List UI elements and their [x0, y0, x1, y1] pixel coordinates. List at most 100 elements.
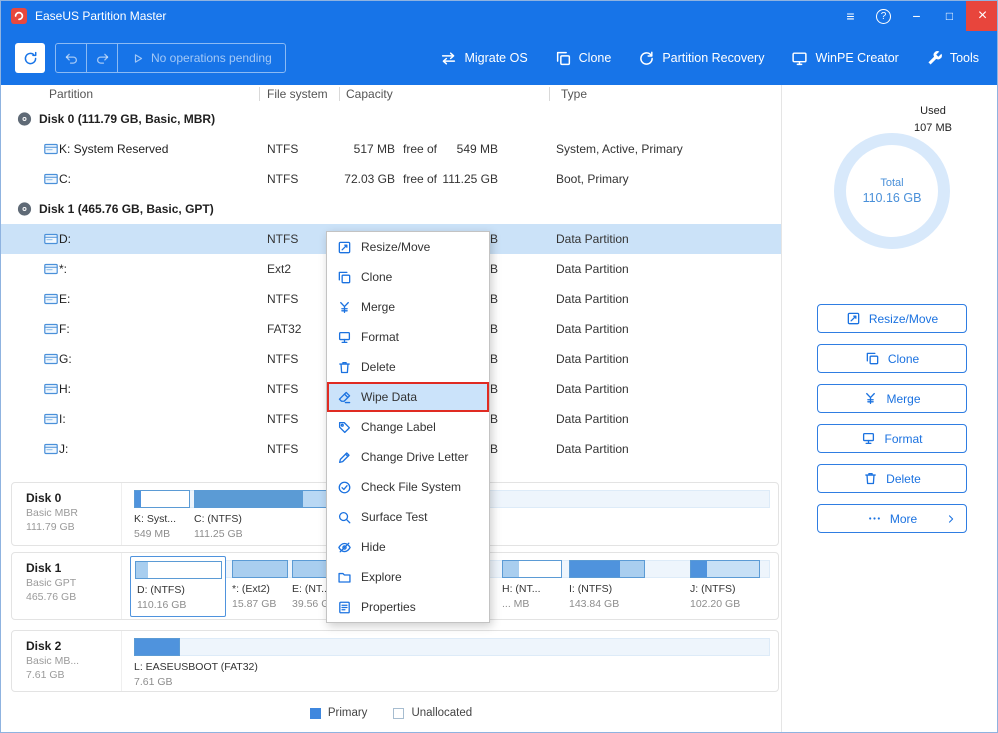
partition-name: D:: [59, 232, 71, 246]
menu-item-check-file-system[interactable]: Check File System: [327, 472, 489, 502]
more-button[interactable]: More: [817, 504, 967, 533]
migrate-os-button[interactable]: Migrate OS: [440, 50, 527, 67]
merge-button[interactable]: Merge: [817, 384, 967, 413]
partition-type: Data Partition: [556, 412, 629, 426]
partition-bar-c[interactable]: [194, 490, 342, 508]
clone-icon: [555, 50, 572, 67]
disk0-title: Disk 0 (111.79 GB, Basic, MBR): [39, 112, 215, 126]
partition-bar-h[interactable]: [502, 560, 562, 578]
wipe-data-icon: [337, 390, 352, 405]
migrate-os-label: Migrate OS: [464, 51, 527, 65]
partition-name: E:: [59, 292, 70, 306]
window-controls: ≡ ? − □ ×: [834, 1, 998, 31]
tools-button[interactable]: Tools: [926, 50, 979, 67]
menu-item-change-label[interactable]: Change Label: [327, 412, 489, 442]
delete-button[interactable]: Delete: [817, 464, 967, 493]
file-system: NTFS: [267, 412, 298, 426]
legend-primary: Primary: [310, 707, 368, 719]
refresh-button[interactable]: [15, 43, 45, 73]
partition-size: 15.87 GB: [232, 597, 276, 612]
disk1-header-row[interactable]: Disk 1 (465.76 GB, Basic, GPT): [1, 194, 781, 224]
refresh-icon: [22, 50, 39, 67]
disk0-info: Disk 0 Basic MBR 111.79 GB: [12, 483, 122, 545]
partition-type: Data Partition: [556, 382, 629, 396]
pending-operations[interactable]: No operations pending: [118, 44, 285, 72]
clone-button[interactable]: Clone: [555, 50, 612, 67]
minimize-button[interactable]: −: [900, 1, 933, 31]
capacity-total: 111.25 GB: [439, 172, 498, 186]
menu-item-hide[interactable]: Hide: [327, 532, 489, 562]
partition-bar-star[interactable]: [232, 560, 288, 578]
menu-item-format[interactable]: Format: [327, 322, 489, 352]
disk-name: Disk 0: [26, 491, 121, 505]
toolbar: No operations pending Migrate OS Clone P…: [1, 31, 998, 85]
partition-name: F:: [59, 322, 70, 336]
menu-item-label: Merge: [361, 300, 395, 314]
partition-bar-label: K: Syst... 549 MB: [134, 512, 176, 541]
disk-bus: Basic MB...: [26, 655, 121, 667]
menu-item-delete[interactable]: Delete: [327, 352, 489, 382]
selected-partition-cell-d[interactable]: D: (NTFS) 110.16 GB: [130, 556, 226, 617]
disk0-header-row[interactable]: Disk 0 (111.79 GB, Basic, MBR): [1, 104, 781, 134]
used-value: 107 MB: [900, 120, 966, 137]
maximize-button[interactable]: □: [933, 1, 966, 31]
disk2-map-panel: Disk 2 Basic MB... 7.61 GB L: EASEUSBOOT…: [11, 630, 779, 692]
partition-name: K: System Reserved: [59, 142, 168, 156]
partition-size: 110.16 GB: [137, 598, 186, 613]
partition-recovery-button[interactable]: Partition Recovery: [638, 50, 764, 67]
file-system: Ext2: [267, 262, 291, 276]
clone-side-button[interactable]: Clone: [817, 344, 967, 373]
resize-move-button[interactable]: Resize/Move: [817, 304, 967, 333]
undo-button[interactable]: [56, 44, 87, 72]
menu-item-label: Format: [361, 330, 399, 344]
legend-label: Unallocated: [411, 707, 472, 719]
partition-bar-d[interactable]: [135, 561, 222, 579]
partition-size: 102.20 GB: [690, 597, 740, 612]
partition-bar-k[interactable]: [134, 490, 190, 508]
unallocated-swatch: [393, 708, 404, 719]
migrate-os-icon: [440, 50, 457, 67]
menu-item-properties[interactable]: Properties: [327, 592, 489, 622]
column-partition: Partition: [49, 87, 93, 101]
menu-item-label: Surface Test: [361, 510, 427, 524]
help-icon[interactable]: ?: [867, 1, 900, 31]
partition-bar-j[interactable]: [690, 560, 760, 578]
partition-type: Boot, Primary: [556, 172, 629, 186]
check-file-system-icon: [337, 480, 352, 495]
format-icon: [861, 431, 876, 446]
format-icon: [337, 330, 352, 345]
partition-bar-l[interactable]: [134, 638, 180, 656]
menu-item-resize-move[interactable]: Resize/Move: [327, 232, 489, 262]
disk-bus: Basic MBR: [26, 507, 121, 519]
partition-type: Data Partition: [556, 232, 629, 246]
menu-item-clone[interactable]: Clone: [327, 262, 489, 292]
partition-label: C: (NTFS): [194, 513, 242, 525]
partition-name: H:: [59, 382, 71, 396]
format-button[interactable]: Format: [817, 424, 967, 453]
table-row-c[interactable]: C: NTFS 72.03 GB free of 111.25 GB Boot,…: [1, 164, 781, 194]
menu-item-label: Hide: [361, 540, 386, 554]
partition-recovery-icon: [638, 50, 655, 67]
easeus-logo-icon: [11, 8, 27, 24]
partition-recovery-label: Partition Recovery: [662, 51, 764, 65]
disk1-title: Disk 1 (465.76 GB, Basic, GPT): [39, 202, 214, 216]
button-label: Format: [884, 432, 922, 446]
primary-swatch: [310, 708, 321, 719]
menu-item-change-drive-letter[interactable]: Change Drive Letter: [327, 442, 489, 472]
table-row-k[interactable]: K: System Reserved NTFS 517 MB free of 5…: [1, 134, 781, 164]
menu-item-merge[interactable]: Merge: [327, 292, 489, 322]
file-system: NTFS: [267, 232, 298, 246]
menu-item-wipe-data[interactable]: Wipe Data: [327, 382, 489, 412]
disk-icon: [16, 201, 33, 218]
menu-item-explore[interactable]: Explore: [327, 562, 489, 592]
menu-item-surface-test[interactable]: Surface Test: [327, 502, 489, 532]
menu-icon[interactable]: ≡: [834, 1, 867, 31]
menu-item-label: Change Label: [361, 420, 436, 434]
column-capacity: Capacity: [346, 87, 393, 101]
winpe-creator-icon: [791, 50, 808, 67]
close-button[interactable]: ×: [966, 1, 998, 31]
winpe-creator-button[interactable]: WinPE Creator: [791, 50, 898, 67]
partition-bar-i[interactable]: [569, 560, 645, 578]
disk-size: 465.76 GB: [26, 591, 121, 603]
redo-button[interactable]: [87, 44, 118, 72]
